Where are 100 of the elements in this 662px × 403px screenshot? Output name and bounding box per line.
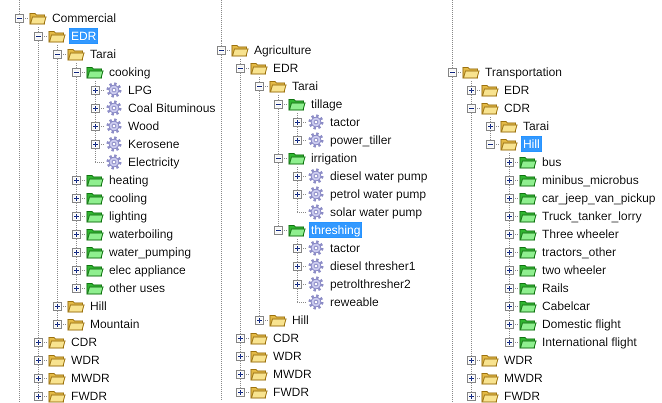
minus-box-icon[interactable]	[15, 14, 24, 22]
plus-box-icon[interactable]	[34, 356, 43, 364]
plus-box-icon[interactable]	[293, 172, 302, 180]
minus-box-icon[interactable]	[448, 68, 457, 76]
plus-box-icon[interactable]	[72, 194, 81, 202]
tree-node[interactable]: Transportation	[483, 64, 564, 80]
minus-box-icon[interactable]	[274, 226, 283, 234]
plus-box-icon[interactable]	[505, 176, 514, 184]
minus-box-icon[interactable]	[217, 46, 226, 54]
tree-node[interactable]: WDR	[502, 352, 535, 368]
tree-node[interactable]: water_pumping	[107, 244, 194, 260]
tree-node[interactable]: FWDR	[502, 388, 542, 403]
minus-box-icon[interactable]	[274, 100, 283, 108]
tree-node[interactable]: tractors_other	[540, 244, 618, 260]
plus-box-icon[interactable]	[505, 338, 514, 346]
tree-node[interactable]: Electricity	[126, 154, 182, 170]
tree-node[interactable]: tactor	[328, 240, 362, 256]
minus-box-icon[interactable]	[467, 104, 476, 112]
plus-box-icon[interactable]	[91, 104, 100, 112]
tree-node[interactable]: car_jeep_van_pickup	[540, 190, 658, 206]
minus-box-icon[interactable]	[255, 82, 264, 90]
plus-box-icon[interactable]	[34, 338, 43, 346]
plus-box-icon[interactable]	[236, 388, 245, 396]
tree-node[interactable]: Tarai	[290, 78, 320, 94]
tree-node[interactable]: bus	[540, 154, 564, 170]
tree-node[interactable]: Three wheeler	[540, 226, 621, 242]
tree-node[interactable]: power_tiller	[328, 132, 394, 148]
tree-node[interactable]: WDR	[271, 348, 304, 364]
tree-node[interactable]: FWDR	[271, 384, 311, 400]
plus-box-icon[interactable]	[236, 334, 245, 342]
plus-box-icon[interactable]	[72, 230, 81, 238]
tree-node[interactable]: FWDR	[69, 388, 109, 403]
plus-box-icon[interactable]	[72, 266, 81, 274]
plus-box-icon[interactable]	[72, 284, 81, 292]
tree-node[interactable]: minibus_microbus	[540, 172, 641, 188]
tree-node[interactable]: reweable	[328, 294, 381, 310]
tree-node[interactable]: diesel water pump	[328, 168, 430, 184]
tree-node[interactable]: Domestic flight	[540, 316, 623, 332]
plus-box-icon[interactable]	[505, 248, 514, 256]
plus-box-icon[interactable]	[91, 86, 100, 94]
tree-node[interactable]: petrolthresher2	[328, 276, 413, 292]
tree-node[interactable]: solar water pump	[328, 204, 424, 220]
plus-box-icon[interactable]	[505, 158, 514, 166]
plus-box-icon[interactable]	[486, 122, 495, 130]
plus-box-icon[interactable]	[505, 320, 514, 328]
plus-box-icon[interactable]	[34, 392, 43, 400]
minus-box-icon[interactable]	[72, 68, 81, 76]
plus-box-icon[interactable]	[72, 248, 81, 256]
minus-box-icon[interactable]	[34, 32, 43, 40]
tree-node[interactable]: Wood	[126, 118, 162, 134]
plus-box-icon[interactable]	[467, 392, 476, 400]
plus-box-icon[interactable]	[505, 266, 514, 274]
plus-box-icon[interactable]	[72, 212, 81, 220]
plus-box-icon[interactable]	[505, 230, 514, 238]
tree-node[interactable]: Hill	[88, 298, 109, 314]
plus-box-icon[interactable]	[505, 284, 514, 292]
tree-node[interactable]: petrol water pump	[328, 186, 428, 202]
tree-node[interactable]: Mountain	[88, 316, 142, 332]
plus-box-icon[interactable]	[255, 316, 264, 324]
tree-node[interactable]: irrigation	[309, 150, 360, 166]
tree-node[interactable]: Cabelcar	[540, 298, 592, 314]
tree-node[interactable]: Kerosene	[126, 136, 182, 152]
plus-box-icon[interactable]	[293, 244, 302, 252]
plus-box-icon[interactable]	[236, 352, 245, 360]
tree-node[interactable]: other uses	[107, 280, 168, 296]
tree-node[interactable]: Rails	[540, 280, 571, 296]
plus-box-icon[interactable]	[236, 370, 245, 378]
minus-box-icon[interactable]	[53, 50, 62, 58]
plus-box-icon[interactable]	[91, 122, 100, 130]
minus-box-icon[interactable]	[486, 140, 495, 148]
tree-node[interactable]: EDR	[502, 82, 532, 98]
plus-box-icon[interactable]	[293, 118, 302, 126]
tree-node[interactable]: Tarai	[521, 118, 552, 134]
tree-node[interactable]: CDR	[502, 100, 532, 116]
tree-node[interactable]: heating	[107, 172, 150, 188]
tree-node[interactable]: MWDR	[502, 370, 545, 386]
plus-box-icon[interactable]	[91, 140, 100, 148]
plus-box-icon[interactable]	[467, 356, 476, 364]
tree-node[interactable]: Tarai	[88, 46, 118, 62]
plus-box-icon[interactable]	[467, 374, 476, 382]
plus-box-icon[interactable]	[293, 280, 302, 288]
tree-node[interactable]: CDR	[69, 334, 99, 350]
plus-box-icon[interactable]	[293, 262, 302, 270]
plus-box-icon[interactable]	[505, 212, 514, 220]
tree-node[interactable]: cooling	[107, 190, 150, 206]
tree-node[interactable]: Truck_tanker_lorry	[540, 208, 644, 224]
plus-box-icon[interactable]	[505, 194, 514, 202]
tree-node[interactable]: Commercial	[50, 10, 118, 26]
tree-node[interactable]: tactor	[328, 114, 362, 130]
plus-box-icon[interactable]	[72, 176, 81, 184]
tree-node[interactable]: MWDR	[69, 370, 112, 386]
tree-node[interactable]: Coal Bituminous	[126, 100, 218, 116]
plus-box-icon[interactable]	[505, 302, 514, 310]
tree-node[interactable]: elec appliance	[107, 262, 188, 278]
tree-node[interactable]: MWDR	[271, 366, 314, 382]
tree-node[interactable]: LPG	[126, 82, 154, 98]
tree-node[interactable]: diesel thresher1	[328, 258, 418, 274]
tree-node[interactable]: lighting	[107, 208, 150, 224]
tree-node[interactable]: cooking	[107, 64, 152, 80]
tree-node[interactable]: Agriculture	[252, 42, 314, 58]
